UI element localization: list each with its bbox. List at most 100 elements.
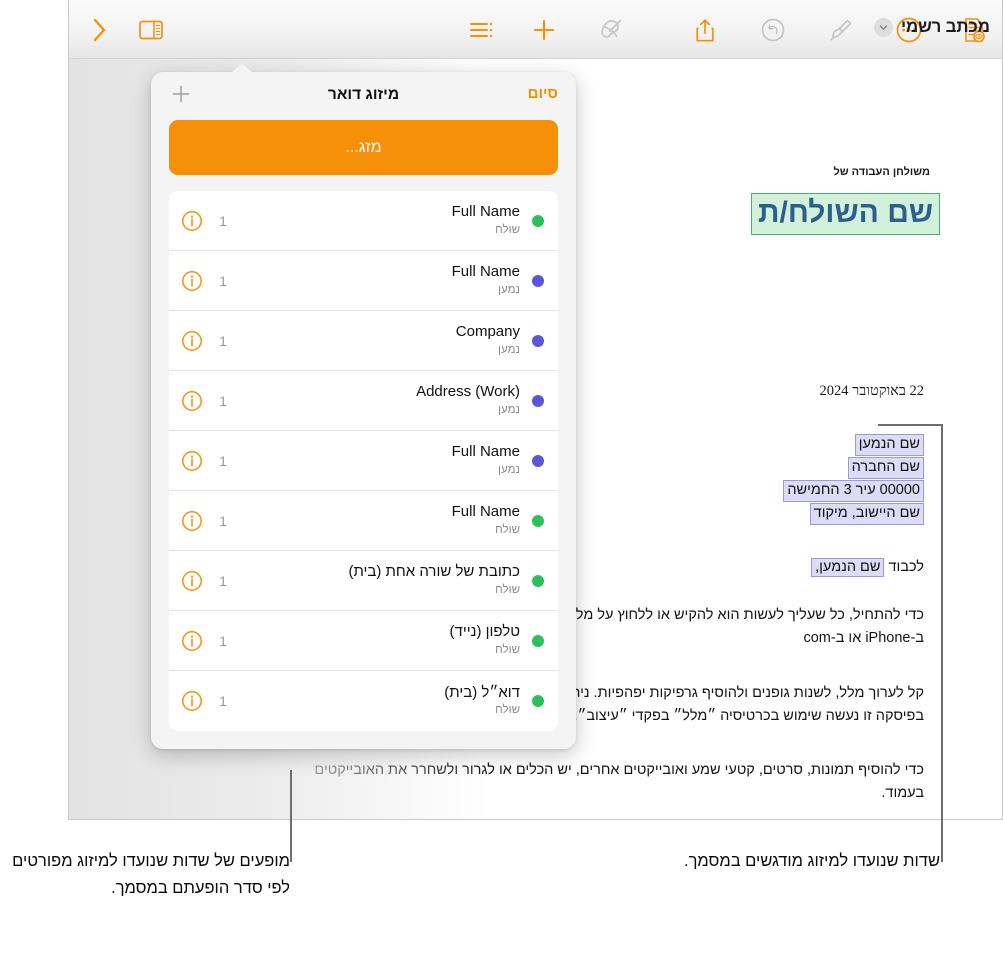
field-role-dot: [532, 274, 544, 287]
list-item[interactable]: Full Name שולח 1: [169, 491, 558, 551]
field-name: דוא״ל (בית): [444, 683, 520, 701]
field-role-dot: [532, 514, 544, 527]
share-icon[interactable]: [685, 10, 725, 50]
field-text: טלפון (נייד) שולח: [243, 623, 520, 658]
field-role-dot: [532, 214, 544, 227]
info-icon[interactable]: [181, 330, 203, 352]
field-name: כתובת של שורה אחת (בית): [348, 563, 520, 581]
list-item[interactable]: Full Name נמען 1: [169, 431, 558, 491]
field-count: 1: [219, 452, 227, 469]
popover-title: מיזוג דואר: [327, 86, 400, 103]
field-text: Full Name נמען: [243, 443, 520, 478]
field-role: שולח: [495, 643, 520, 656]
field-count: 1: [219, 572, 227, 589]
greeting-prefix: לכבוד: [884, 559, 925, 575]
callout-caption-left: מופעים של שדות שנועדו למיזוג מפורטים לפי…: [12, 852, 290, 897]
field-text: כתובת של שורה אחת (בית) שולח: [243, 563, 520, 598]
field-count: 1: [219, 512, 227, 529]
list-item[interactable]: Full Name שולח 1: [169, 191, 558, 251]
mail-merge-popover: סיום מיזוג דואר מזג... Full Name שולח 1: [151, 63, 576, 749]
undo-icon: [753, 10, 793, 50]
chevron-down-icon[interactable]: [874, 17, 893, 37]
popover-header: סיום מיזוג דואר: [151, 72, 576, 118]
insert-icon[interactable]: [524, 10, 564, 50]
field-role: שולח: [495, 704, 520, 717]
address-line[interactable]: 00000 עיר 3 החמישה: [783, 480, 924, 503]
letterhead-sender-field[interactable]: שם השולח/ת: [750, 193, 940, 235]
list-item[interactable]: דוא״ל (בית) שולח 1: [169, 671, 558, 731]
list-item[interactable]: Address (Work) נמען 1: [169, 371, 558, 431]
address-line[interactable]: שם הנמען: [854, 434, 924, 457]
callout-line-right-vertical: [941, 424, 943, 862]
toolbar: מכתב רשמי: [69, 0, 1002, 59]
list-item[interactable]: כתובת של שורה אחת (בית) שולח 1: [169, 551, 558, 611]
info-icon[interactable]: [181, 690, 203, 712]
list-item[interactable]: Company נמען 1: [169, 311, 558, 371]
field-count: 1: [219, 392, 227, 409]
field-role-dot: [532, 394, 544, 407]
greeting-recipient-field[interactable]: שם הנמען,: [811, 558, 885, 577]
merge-button[interactable]: מזג...: [169, 120, 558, 175]
field-name: Address (Work): [416, 383, 520, 401]
field-role: נמען: [498, 463, 520, 476]
field-text: דוא״ל (בית) שולח: [243, 684, 520, 719]
done-button[interactable]: סיום: [528, 85, 558, 102]
field-count: 1: [219, 632, 227, 649]
field-role: שולח: [495, 223, 520, 236]
field-role: נמען: [498, 343, 520, 356]
chevron-right-icon[interactable]: [79, 10, 119, 50]
callout-caption-right: שדות שנועדו למיזוג מודגשים במסמך.: [683, 852, 940, 870]
field-text: Full Name שולח: [243, 503, 520, 538]
field-role-dot: [532, 634, 544, 647]
merge-fields-list: Full Name שולח 1 Full Name נמען 1 Compan…: [169, 191, 558, 731]
callout-line-right-horizontal: [878, 424, 943, 426]
field-name: Full Name: [451, 263, 520, 281]
document-title-group[interactable]: מכתב רשמי: [874, 17, 990, 37]
info-icon[interactable]: [181, 630, 203, 652]
callout-line-left: [290, 770, 292, 862]
field-name: טלפון (נייד): [449, 623, 520, 641]
field-role-dot: [532, 454, 544, 467]
address-line[interactable]: שם היישוב, מיקוד: [809, 503, 924, 526]
field-role: שולח: [495, 583, 520, 596]
format-brush-icon: [821, 10, 861, 50]
field-name: Full Name: [451, 443, 520, 461]
field-text: Address (Work) נמען: [243, 383, 520, 418]
app-window: מכתב רשמי משולחן העבודה של שם השולח/ת 22…: [68, 0, 1003, 820]
add-field-button[interactable]: [169, 82, 193, 106]
document-date: 22 באוקטובר 2024: [819, 383, 925, 399]
field-text: Full Name שולח: [243, 203, 520, 238]
greeting-line: לכבוד שם הנמען,: [811, 558, 925, 577]
info-icon[interactable]: [181, 450, 203, 472]
field-role: נמען: [498, 403, 520, 416]
info-icon[interactable]: [181, 390, 203, 412]
sidebar-view-icon[interactable]: [131, 10, 171, 50]
field-name: Full Name: [451, 503, 520, 521]
field-count: 1: [219, 693, 227, 709]
letterhead-subtitle: משולחן העבודה של: [833, 166, 930, 178]
field-text: Company נמען: [243, 323, 520, 358]
body-paragraph: כדי להוסיף תמונות, סרטים, קטעי שמע ואובי…: [314, 762, 924, 801]
field-role-dot: [532, 334, 544, 347]
field-role-dot: [532, 574, 544, 587]
info-icon[interactable]: [181, 570, 203, 592]
field-text: Full Name נמען: [243, 263, 520, 298]
info-icon[interactable]: [181, 270, 203, 292]
field-name: Company: [455, 323, 520, 341]
page-title: מכתב רשמי: [901, 17, 990, 36]
list-item[interactable]: טלפון (נייד) שולח 1: [169, 611, 558, 671]
field-role: נמען: [498, 283, 520, 296]
info-icon[interactable]: [181, 210, 203, 232]
info-icon[interactable]: [181, 510, 203, 532]
list-item[interactable]: Full Name נמען 1: [169, 251, 558, 311]
address-line[interactable]: שם החברה: [847, 457, 924, 480]
field-role: שולח: [495, 523, 520, 536]
field-name: Full Name: [451, 203, 520, 221]
field-count: 1: [219, 212, 227, 229]
list-view-icon[interactable]: [461, 10, 501, 50]
smart-annotation-icon: [592, 10, 632, 50]
field-count: 1: [219, 272, 227, 289]
screenshot-root: מכתב רשמי משולחן העבודה של שם השולח/ת 22…: [0, 0, 1003, 968]
field-count: 1: [219, 332, 227, 349]
field-role-dot: [532, 695, 544, 707]
